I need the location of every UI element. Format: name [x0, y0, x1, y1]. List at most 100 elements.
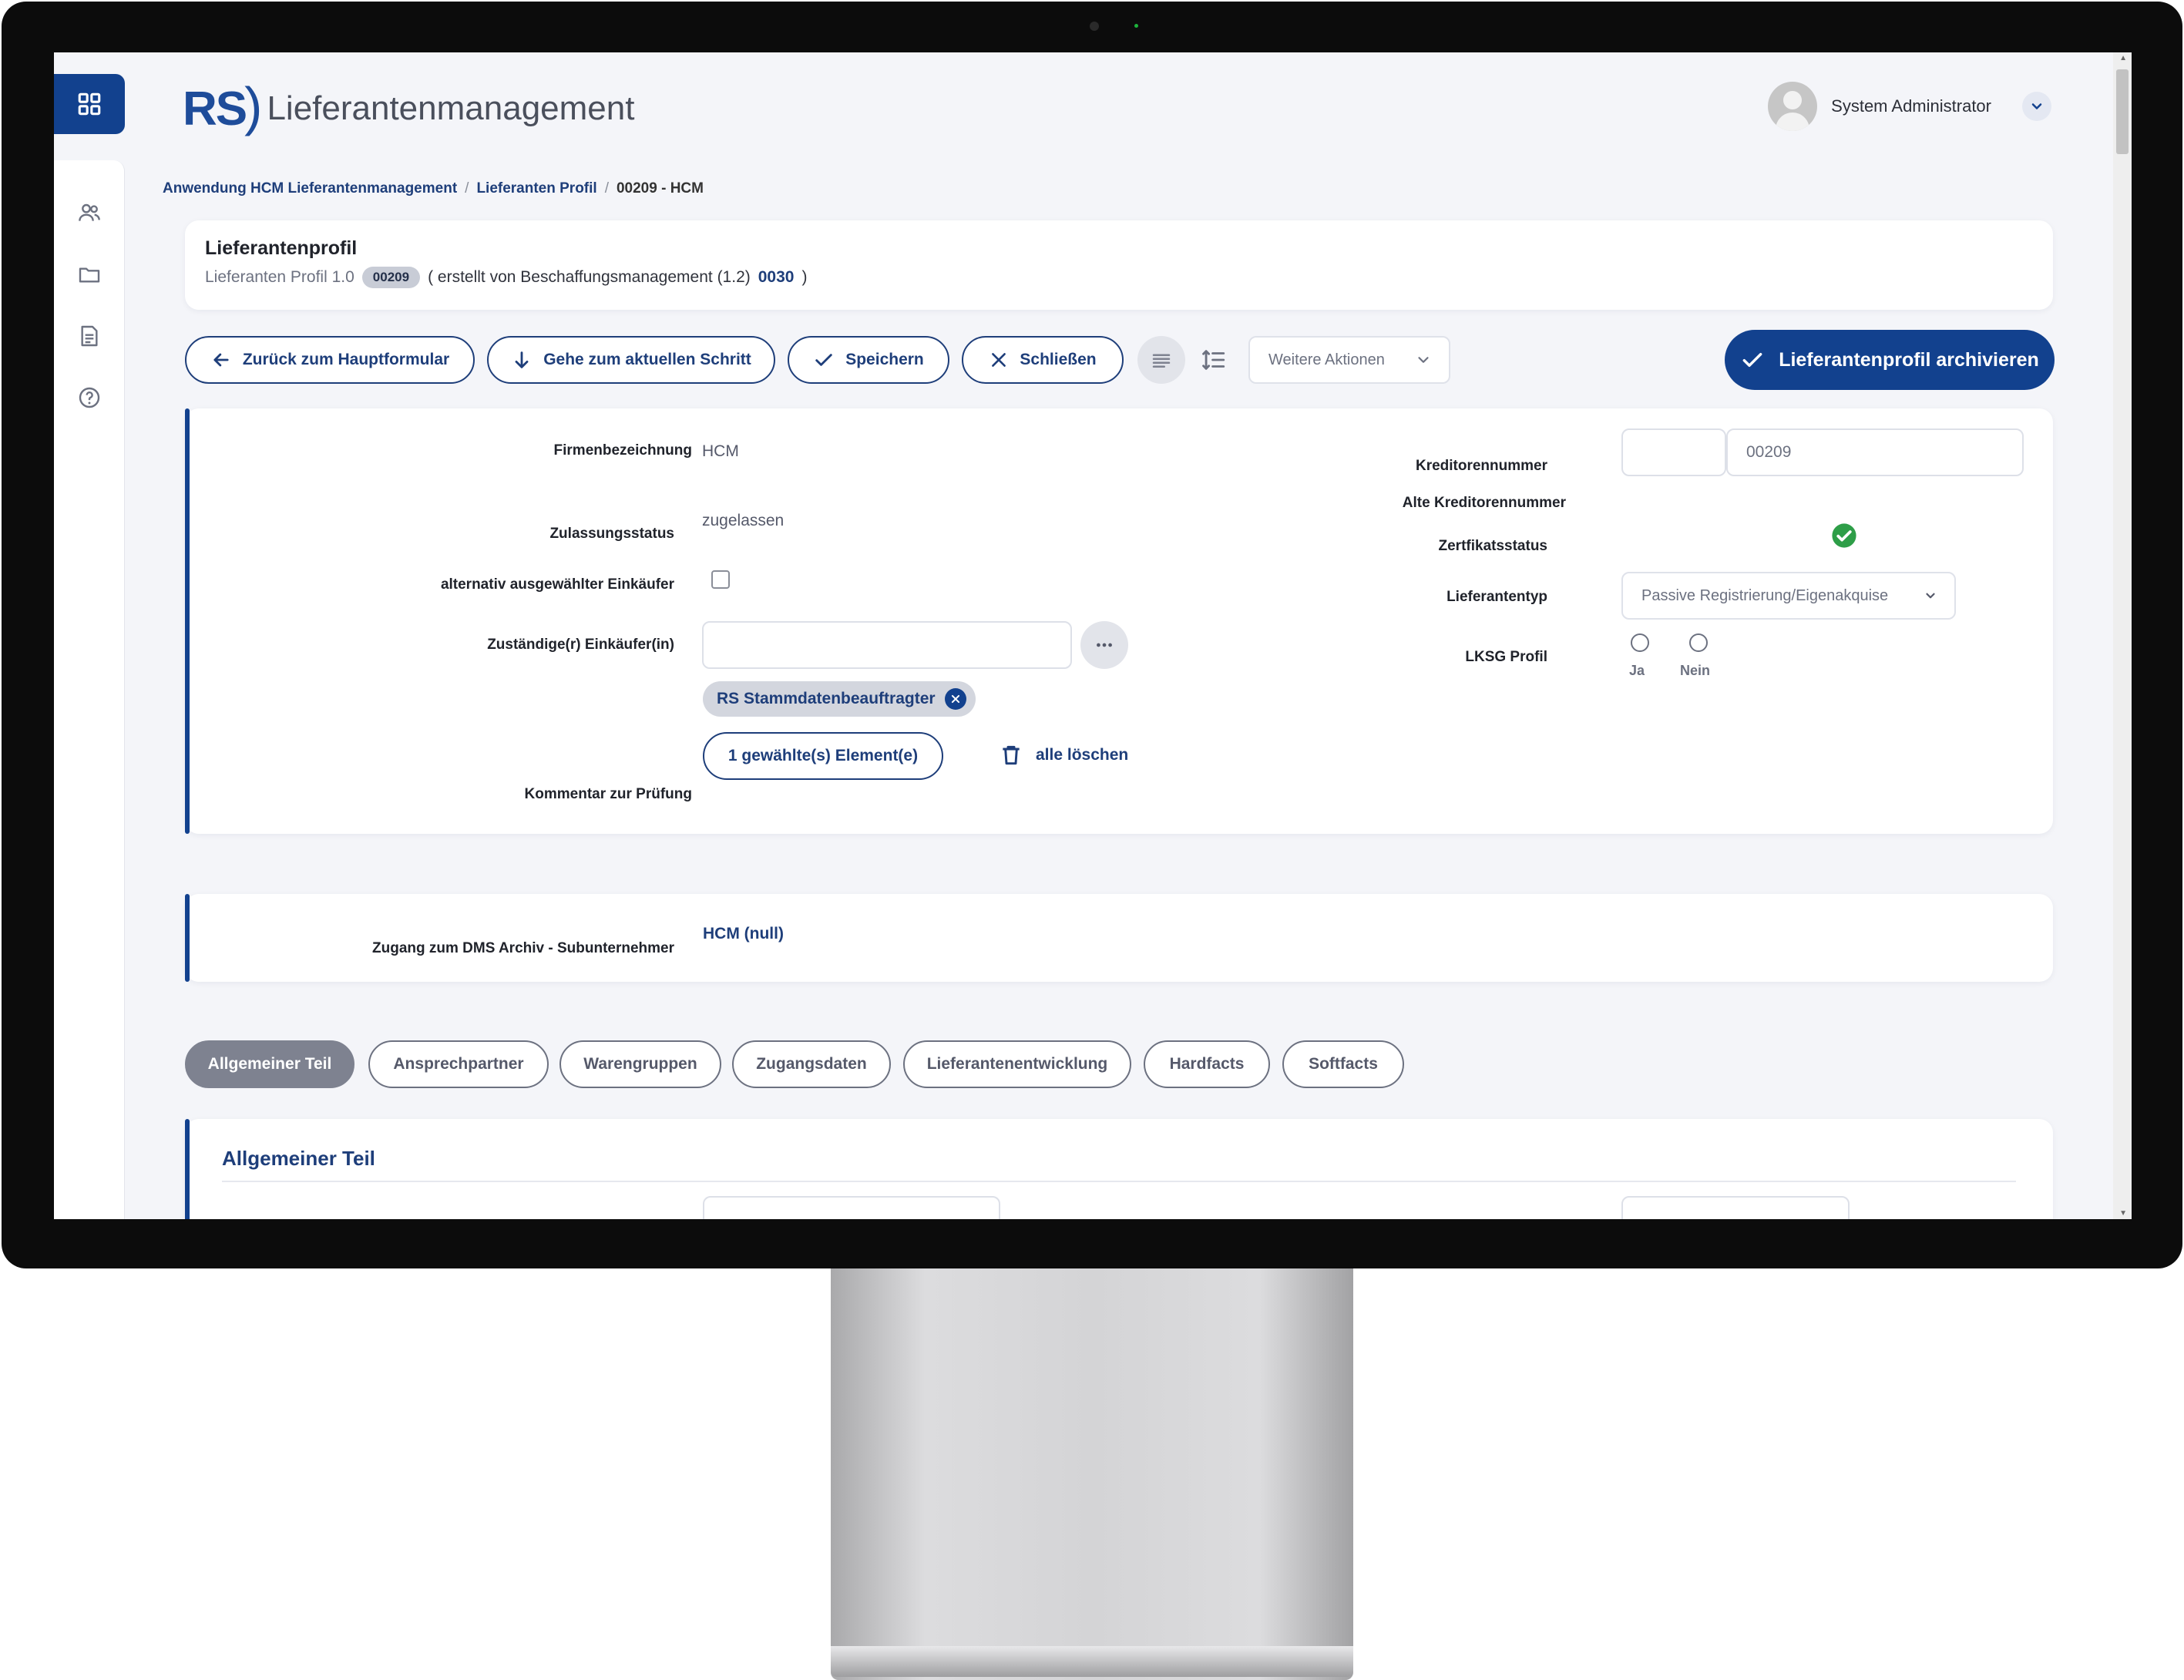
save-button-label: Speichern — [845, 351, 924, 368]
avatar — [1768, 82, 1818, 131]
tab-ansprechpartner[interactable]: Ansprechpartner — [368, 1040, 549, 1088]
profile-version: Lieferanten Profil 1.0 — [205, 268, 354, 286]
goto-step-button-label: Gehe zum aktuellen Schritt — [543, 351, 751, 368]
section-legal-form-select[interactable] — [1621, 1196, 1850, 1219]
alt-einkaeufer-checkbox[interactable] — [711, 570, 730, 589]
app-grid-button[interactable] — [54, 74, 125, 134]
monitor-stand — [831, 1264, 1353, 1680]
einkaeufer-input[interactable] — [702, 621, 1072, 669]
app-logo[interactable]: RS ) Lieferantenmanagement — [183, 76, 635, 137]
firmenbezeichnung-label: Firmenbezeichnung — [553, 442, 692, 459]
line-spacing-button[interactable] — [1190, 336, 1238, 384]
einkaeufer-chip-label: RS Stammdatenbeauftragter — [717, 690, 936, 707]
tab-label: Warengruppen — [583, 1055, 697, 1073]
breadcrumb-item-profile[interactable]: Lieferanten Profil — [476, 180, 596, 197]
zulassungsstatus-label: Zulassungsstatus — [549, 526, 674, 542]
lksg-yes-label: Ja — [1629, 663, 1645, 678]
power-led — [1134, 24, 1138, 28]
tab-label: Zugangsdaten — [756, 1055, 867, 1073]
dms-access-card: Zugang zum DMS Archiv - Subunternehmer H… — [185, 894, 2053, 982]
arrow-down-icon — [515, 351, 529, 368]
status-badge: 00209 — [361, 267, 421, 288]
tab-allgemeiner-teil[interactable]: Allgemeiner Teil — [185, 1040, 354, 1088]
breadcrumb-item-current: 00209 - HCM — [616, 180, 704, 197]
back-button[interactable]: Zurück zum Hauptformular — [185, 336, 475, 384]
lieferantentyp-select[interactable]: Passive Registrierung/Eigenakquise — [1621, 572, 1956, 620]
lksg-no-label: Nein — [1680, 663, 1711, 678]
kreditorennummer-input[interactable]: 00209 — [1726, 428, 2024, 476]
tab-label: Softfacts — [1309, 1055, 1378, 1073]
kreditorennummer-label: Kreditorennummer — [1415, 458, 1547, 474]
lksg-yes-radio[interactable] — [1631, 633, 1649, 652]
more-actions-label: Weitere Aktionen — [1268, 351, 1385, 368]
tab-label: Lieferantenentwicklung — [926, 1055, 1108, 1073]
certificate-status-icon — [1831, 522, 1857, 549]
profile-created-prefix: ( erstellt von Beschaffungsmanagement (1… — [428, 268, 751, 286]
tab-label: Hardfacts — [1169, 1055, 1245, 1073]
lieferantentyp-label: Lieferantentyp — [1446, 589, 1547, 605]
toggle-text-button[interactable] — [1137, 336, 1185, 384]
lksg-label: LKSG Profil — [1465, 649, 1547, 665]
kreditorennummer-value: 00209 — [1746, 443, 1792, 461]
selected-elements-button[interactable]: 1 gewählte(s) Element(e) — [703, 732, 943, 780]
app-title: Lieferantenmanagement — [267, 89, 635, 127]
tab-softfacts[interactable]: Softfacts — [1282, 1040, 1404, 1088]
sidebar — [54, 52, 125, 1219]
general-section-card: Allgemeiner Teil — [185, 1119, 2053, 1219]
chevron-down-icon — [1418, 357, 1429, 363]
kreditorennummer-prefix-input[interactable] — [1621, 428, 1726, 476]
sidebar-item-folder[interactable] — [74, 259, 105, 290]
selected-elements-label: 1 gewählte(s) Element(e) — [727, 747, 919, 764]
lksg-no-radio[interactable] — [1689, 633, 1708, 652]
breadcrumb-separator: / — [604, 180, 609, 197]
trash-icon — [1003, 745, 1020, 765]
chevron-down-icon — [1926, 593, 1935, 599]
clear-all-link[interactable]: alle löschen — [1036, 746, 1128, 764]
tab-hardfacts[interactable]: Hardfacts — [1144, 1040, 1270, 1088]
device-mockup: RS ) Lieferantenmanagement System Admini… — [0, 0, 2184, 1680]
tab-warengruppen[interactable]: Warengruppen — [559, 1040, 721, 1088]
section-divider — [222, 1181, 2016, 1182]
dms-access-value[interactable]: HCM (null) — [703, 925, 784, 943]
profile-created-code: 0030 — [758, 268, 795, 286]
chip-remove-button[interactable] — [944, 688, 966, 710]
breadcrumb-item-app[interactable]: Anwendung HCM Lieferantenmanagement — [163, 180, 457, 197]
user-menu[interactable]: System Administrator — [1768, 82, 2051, 131]
arrow-left-icon — [213, 353, 229, 367]
tab-label: Ansprechpartner — [393, 1055, 524, 1073]
zertifikatsstatus-label: Zertfikatsstatus — [1438, 538, 1548, 554]
check-icon — [1742, 352, 1762, 368]
archive-profile-label: Lieferantenprofil archivieren — [1779, 348, 2039, 371]
profile-header-card: Lieferantenprofil Lieferanten Profil 1.0… — [185, 220, 2053, 310]
scroll-up-icon[interactable]: ▲ — [2119, 54, 2127, 62]
breadcrumb: Anwendung HCM Lieferantenmanagement / Li… — [163, 180, 704, 197]
logo-bracket: ) — [244, 76, 263, 136]
scrollbar[interactable]: ▲ ▼ — [2113, 52, 2132, 1219]
scrollbar-thumb[interactable] — [2116, 69, 2129, 154]
sidebar-item-help[interactable] — [74, 382, 105, 413]
sidebar-item-users[interactable] — [74, 197, 105, 228]
more-horizontal-icon — [1097, 643, 1112, 647]
alte-kreditorennummer-label: Alte Kreditorennummer — [1402, 495, 1566, 511]
monitor-stand-base — [831, 1646, 1353, 1677]
archive-profile-button[interactable]: Lieferantenprofil archivieren — [1725, 330, 2055, 390]
save-button[interactable]: Speichern — [788, 336, 949, 384]
scroll-down-icon[interactable]: ▼ — [2119, 1209, 2127, 1218]
einkaeufer-lookup-button[interactable] — [1080, 621, 1128, 669]
more-actions-select[interactable]: Weitere Aktionen — [1248, 336, 1450, 384]
dms-access-label: Zugang zum DMS Archiv - Subunternehmer — [372, 940, 674, 956]
close-icon — [992, 353, 1006, 367]
close-button[interactable]: Schließen — [962, 336, 1124, 384]
user-menu-toggle[interactable] — [2022, 92, 2051, 121]
section-company-input[interactable] — [703, 1196, 1000, 1219]
topbar: RS ) Lieferantenmanagement System Admini… — [125, 52, 2113, 160]
firmenbezeichnung-value: HCM — [702, 442, 739, 460]
kommentar-label: Kommentar zur Prüfung — [524, 786, 692, 802]
user-name: System Administrator — [1831, 96, 1991, 116]
clear-all-trash[interactable] — [999, 743, 1023, 768]
sidebar-item-document[interactable] — [74, 321, 105, 351]
back-button-label: Zurück zum Hauptformular — [242, 351, 450, 368]
tab-zugangsdaten[interactable]: Zugangsdaten — [732, 1040, 891, 1088]
goto-step-button[interactable]: Gehe zum aktuellen Schritt — [487, 336, 775, 384]
tab-lieferantenentwicklung[interactable]: Lieferantenentwicklung — [903, 1040, 1131, 1088]
